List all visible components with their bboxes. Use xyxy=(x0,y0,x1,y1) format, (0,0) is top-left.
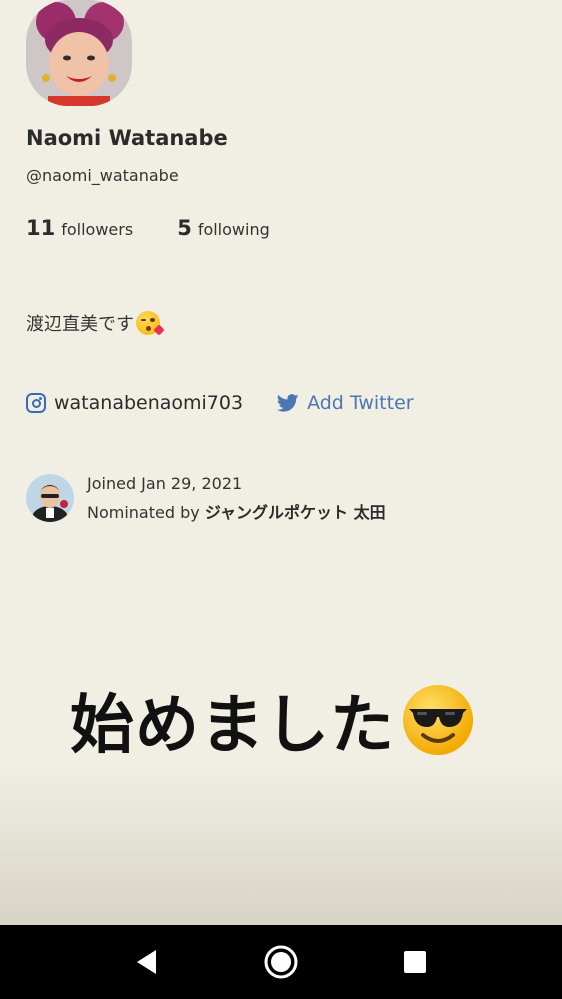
nav-home-button[interactable] xyxy=(263,944,299,980)
followers-link[interactable]: 11 followers xyxy=(26,216,133,240)
nav-recents-button[interactable] xyxy=(397,944,433,980)
nominated-prefix: Nominated by xyxy=(87,503,200,522)
profile-screen: Naomi Watanabe @naomi_watanabe 11 follow… xyxy=(0,0,562,999)
instagram-icon xyxy=(26,393,46,413)
face-blowing-kiss-icon xyxy=(136,311,165,336)
profile-avatar[interactable] xyxy=(26,0,132,106)
follow-stats: 11 followers 5 following xyxy=(26,216,270,240)
joined-date: Joined Jan 29, 2021 xyxy=(87,474,243,493)
social-links: watanabenaomi703 Add Twitter xyxy=(26,392,414,414)
following-count: 5 xyxy=(177,216,192,240)
profile-name: Naomi Watanabe xyxy=(26,126,228,150)
profile-bio: 渡辺直美です xyxy=(26,310,165,336)
home-circle-icon xyxy=(264,945,298,979)
system-nav-bar xyxy=(0,925,562,999)
nominator-name[interactable]: ジャングルポケット 太田 xyxy=(205,503,386,522)
recents-square-icon xyxy=(404,951,426,973)
following-label: following xyxy=(197,220,270,239)
add-twitter-label: Add Twitter xyxy=(307,392,414,414)
followers-count: 11 xyxy=(26,216,56,240)
back-triangle-icon xyxy=(137,950,156,974)
nominator-avatar[interactable] xyxy=(26,474,74,522)
caption-text: 始めました xyxy=(70,689,395,763)
twitter-bird-icon xyxy=(277,394,299,412)
overlay-caption: 始めました xyxy=(70,674,475,766)
bio-text: 渡辺直美です xyxy=(26,314,134,335)
instagram-link[interactable]: watanabenaomi703 xyxy=(26,392,243,414)
profile-handle: @naomi_watanabe xyxy=(26,166,179,185)
add-twitter-button[interactable]: Add Twitter xyxy=(277,392,414,414)
following-link[interactable]: 5 following xyxy=(177,216,270,240)
bottom-gradient xyxy=(0,760,562,925)
followers-label: followers xyxy=(61,220,134,239)
nominated-by: Nominated by ジャングルポケット 太田 xyxy=(87,499,386,523)
profile-photo xyxy=(26,0,132,106)
smiling-face-with-sunglasses-icon xyxy=(403,685,473,755)
nav-back-button[interactable] xyxy=(129,944,165,980)
nominator-photo xyxy=(26,474,74,522)
instagram-handle: watanabenaomi703 xyxy=(54,392,244,414)
